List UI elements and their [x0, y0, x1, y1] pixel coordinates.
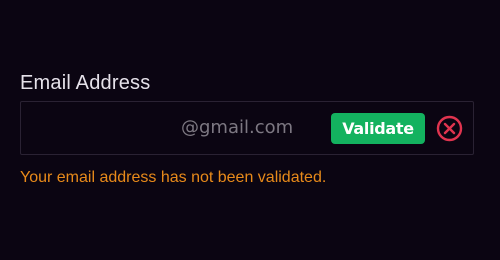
- close-circle-icon: [436, 115, 463, 142]
- email-domain-suffix: @gmail.com: [181, 117, 294, 138]
- validate-button[interactable]: Validate: [331, 113, 425, 144]
- email-input[interactable]: [21, 102, 207, 154]
- clear-email-button[interactable]: [436, 115, 463, 142]
- validation-status-message: Your email address has not been validate…: [20, 169, 327, 186]
- email-field-container: @gmail.com Validate: [20, 101, 474, 155]
- email-address-label: Email Address: [20, 72, 151, 94]
